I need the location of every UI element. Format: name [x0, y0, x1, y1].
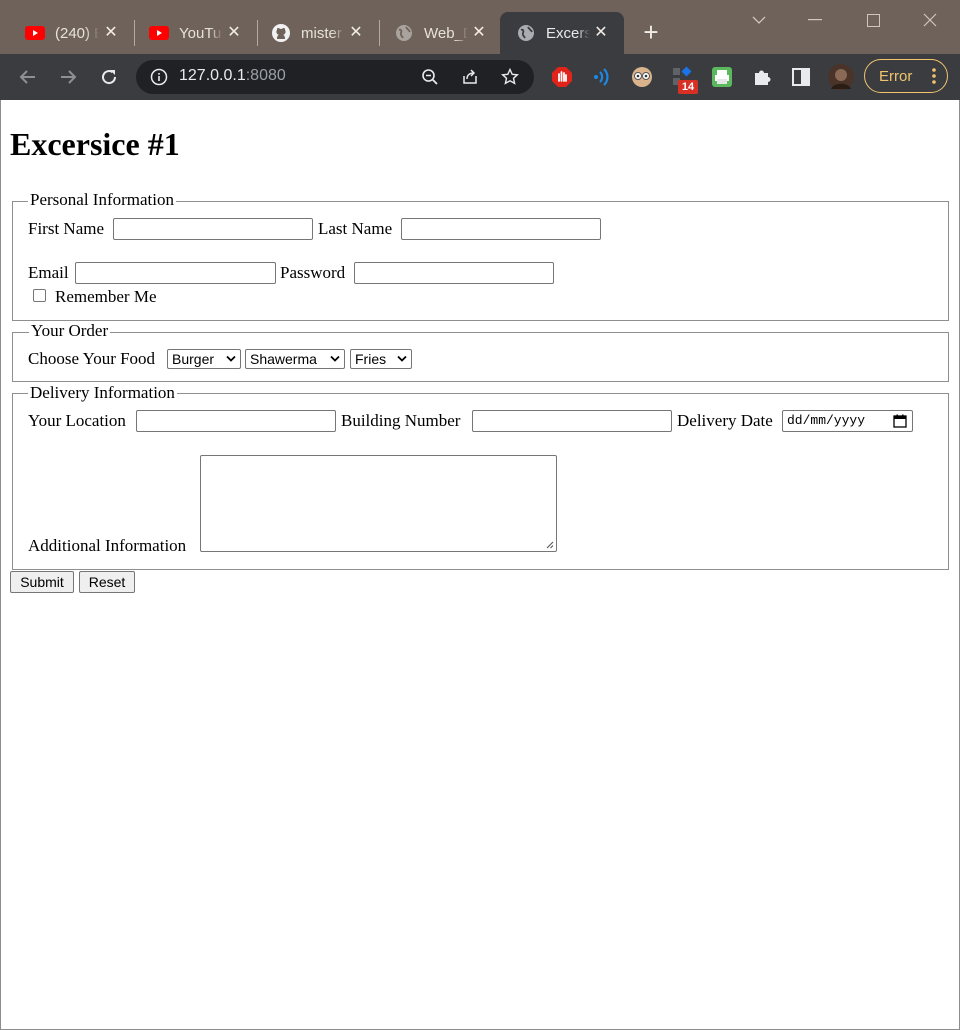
close-icon[interactable]: ✕ — [225, 23, 243, 41]
delivery-date-label: Delivery Date — [677, 411, 773, 430]
your-order-legend: Your Order — [29, 321, 111, 340]
wireless-icon[interactable] — [590, 65, 614, 89]
building-number-field[interactable] — [472, 410, 672, 432]
location-field[interactable] — [136, 410, 336, 432]
tab-title: YouTub — [179, 24, 223, 42]
first-name-label: First Name — [28, 219, 105, 238]
last-name-field[interactable] — [401, 218, 601, 240]
tab-title: mister — [301, 24, 342, 42]
password-field[interactable] — [354, 262, 554, 284]
error-button-label: Error — [879, 68, 913, 85]
food-select-fries[interactable]: Fries — [350, 349, 412, 369]
chevron-down-icon — [397, 355, 407, 362]
email-field[interactable] — [75, 262, 276, 284]
delivery-date-field[interactable]: dd/mm/yyyy — [782, 410, 913, 432]
minimize-icon[interactable] — [800, 8, 830, 32]
avatar[interactable] — [827, 63, 855, 91]
maximize-icon[interactable] — [858, 8, 888, 32]
tab-title: (240) E — [55, 24, 99, 42]
more-menu-icon[interactable] — [931, 67, 937, 85]
select-value: Burger — [172, 351, 215, 367]
info-icon[interactable] — [150, 68, 168, 86]
chevron-down-icon — [330, 355, 340, 362]
close-icon[interactable]: ✕ — [102, 23, 120, 41]
select-value: Shawerma — [250, 351, 317, 367]
tab-1[interactable]: (240) E ✕ — [0, 12, 134, 54]
url-text: 127.0.0.1:8080 — [179, 67, 286, 84]
forward-button[interactable] — [53, 62, 83, 92]
puzzle-icon[interactable] — [750, 65, 774, 89]
resize-grip-icon[interactable] — [545, 540, 554, 549]
date-placeholder: dd/mm/yyyy — [787, 413, 866, 428]
email-label: Email — [28, 263, 69, 282]
choose-food-label: Choose Your Food — [28, 349, 156, 368]
first-name-field[interactable] — [113, 218, 313, 240]
additional-information-label: Additional Information — [28, 536, 187, 555]
arrow-right-icon — [61, 70, 77, 84]
personal-information-legend: Personal Information — [28, 190, 176, 209]
share-icon[interactable] — [460, 67, 480, 87]
building-number-label: Building Number — [341, 411, 461, 430]
reset-button[interactable]: Reset — [79, 571, 135, 593]
close-icon[interactable]: ✕ — [347, 23, 365, 41]
tab-title: Web_D — [424, 24, 468, 42]
side-panel-icon[interactable] — [789, 65, 813, 89]
remember-me-checkbox[interactable] — [33, 289, 46, 302]
address-bar[interactable]: 127.0.0.1:8080 — [136, 60, 534, 94]
select-value: Fries — [355, 351, 387, 367]
tab-3[interactable]: mister ✕ — [246, 12, 379, 54]
globe-icon — [394, 23, 414, 43]
last-name-label: Last Name — [318, 219, 393, 238]
globe-icon — [516, 23, 536, 43]
tab-search-icon[interactable] — [744, 8, 774, 32]
error-button[interactable]: Error — [864, 59, 948, 93]
window-close-icon[interactable] — [915, 8, 945, 32]
print-icon[interactable] — [710, 65, 734, 89]
reload-icon — [102, 70, 117, 85]
close-icon[interactable]: ✕ — [470, 23, 488, 41]
back-button[interactable] — [13, 62, 43, 92]
tab-strip: (240) E ✕ YouTub ✕ mister ✕ Web_D ✕ Exce… — [0, 0, 960, 54]
food-select-burger[interactable]: Burger — [167, 349, 241, 369]
arrow-left-icon — [19, 70, 35, 84]
submit-button[interactable]: Submit — [10, 571, 74, 593]
tab-title: Excersi — [546, 24, 590, 42]
tab-2[interactable]: YouTub ✕ — [124, 12, 257, 54]
delivery-information-legend: Delivery Information — [28, 383, 177, 402]
zoom-icon[interactable] — [420, 67, 440, 87]
extension-badge: 14 — [678, 80, 698, 94]
page-title: Excersice #1 — [10, 126, 180, 162]
youtube-icon — [149, 23, 169, 43]
star-icon[interactable] — [500, 67, 520, 87]
remember-me-label: Remember Me — [55, 287, 157, 306]
owl-extension-icon[interactable] — [630, 65, 654, 89]
tab-active[interactable]: Excersi ✕ — [500, 12, 624, 54]
food-select-shawerma[interactable]: Shawerma — [245, 349, 345, 369]
browser-toolbar: 127.0.0.1:8080 Error — [0, 54, 960, 100]
chevron-down-icon — [226, 355, 236, 362]
location-label: Your Location — [28, 411, 126, 430]
youtube-icon — [25, 23, 45, 43]
tab-4[interactable]: Web_D ✕ — [369, 12, 502, 54]
reload-button[interactable] — [94, 62, 124, 92]
calendar-icon[interactable] — [893, 414, 907, 428]
github-icon — [271, 23, 291, 43]
new-tab-button[interactable]: + — [638, 19, 664, 46]
password-label: Password — [280, 263, 346, 282]
close-icon[interactable]: ✕ — [592, 23, 610, 41]
additional-information-textarea[interactable] — [200, 455, 557, 552]
adblock-icon[interactable] — [550, 65, 574, 89]
